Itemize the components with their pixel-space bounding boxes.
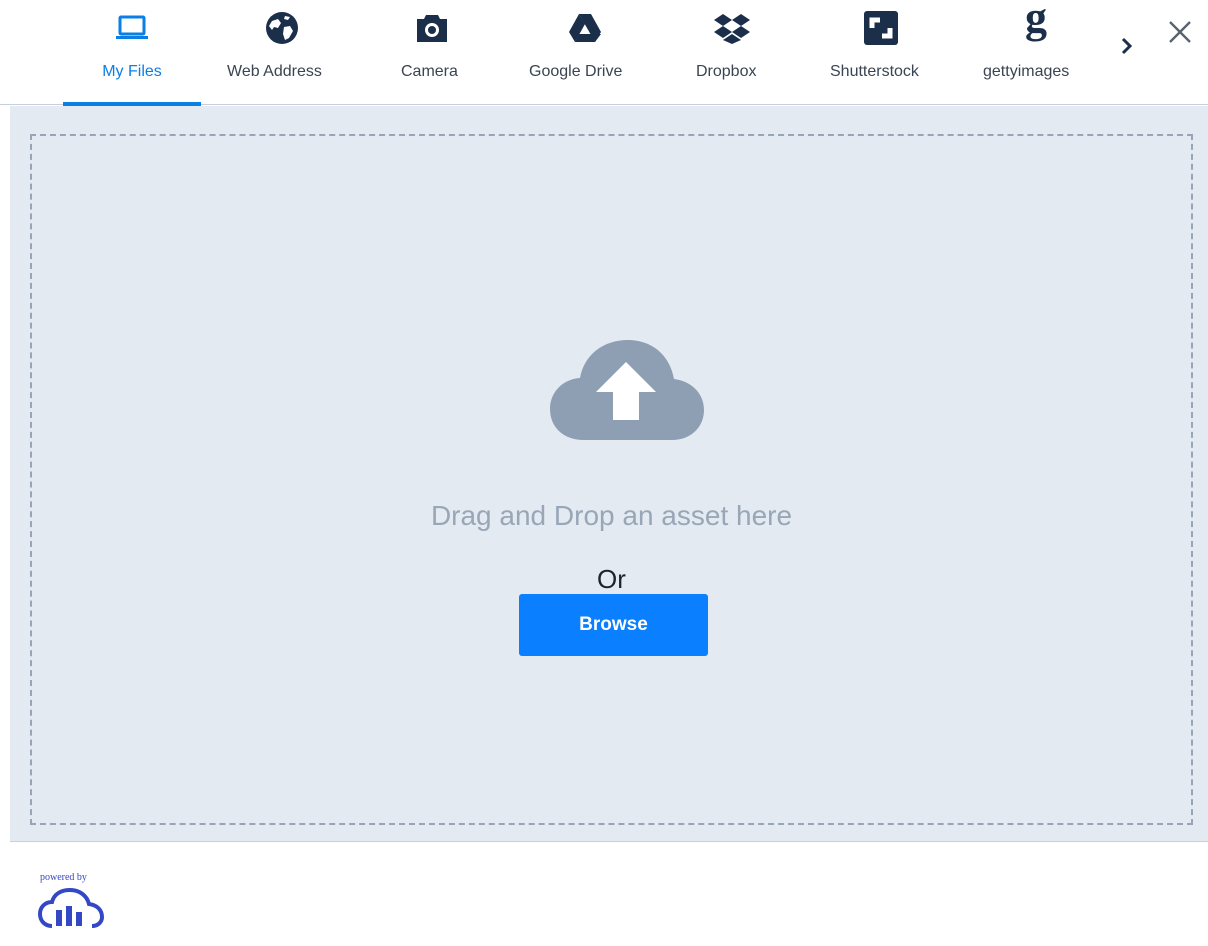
tab-google-drive[interactable]: Google Drive	[522, 0, 652, 105]
gettyimages-icon: g	[1019, 0, 1053, 42]
powered-by-label: powered by	[40, 872, 87, 883]
globe-icon	[264, 10, 300, 46]
tab-label-gettyimages: gettyimages	[983, 63, 1070, 80]
tab-label-web-address: Web Address	[227, 63, 322, 80]
drop-instruction: Drag and Drop an asset here	[430, 500, 793, 531]
close-button[interactable]	[1160, 12, 1200, 52]
more-sources-button[interactable]	[1112, 28, 1142, 64]
tab-my-files[interactable]: My Files	[63, 0, 201, 106]
drop-zone[interactable]: Drag and Drop an asset here Or Browse	[30, 134, 1193, 825]
shutterstock-icon	[864, 10, 898, 46]
tab-label-google-drive: Google Drive	[529, 63, 623, 80]
tab-label-my-files: My Files	[102, 63, 162, 80]
source-tab-bar: My Files Web Address Camera Google Drive…	[0, 0, 1208, 106]
tab-label-dropbox: Dropbox	[696, 63, 757, 80]
google-drive-icon	[567, 10, 603, 46]
tab-shutterstock[interactable]: Shutterstock	[826, 0, 942, 105]
browse-button[interactable]: Browse	[519, 594, 708, 656]
svg-text:g: g	[1025, 0, 1047, 42]
dropbox-icon	[714, 10, 750, 46]
or-separator: Or	[597, 564, 626, 594]
tab-web-address[interactable]: Web Address	[222, 0, 342, 105]
tab-label-camera: Camera	[401, 63, 458, 80]
cloudinary-logo-icon[interactable]	[38, 888, 104, 930]
tab-gettyimages[interactable]: g gettyimages	[977, 0, 1093, 105]
tab-dropbox[interactable]: Dropbox	[690, 0, 774, 105]
cloud-upload-icon	[550, 340, 704, 440]
tab-label-shutterstock: Shutterstock	[830, 63, 919, 80]
upload-pane: Drag and Drop an asset here Or Browse	[10, 106, 1208, 842]
laptop-icon	[115, 10, 149, 46]
close-icon	[1169, 21, 1191, 43]
camera-icon	[415, 10, 449, 46]
tab-camera[interactable]: Camera	[395, 0, 475, 105]
chevron-right-icon	[1121, 37, 1133, 55]
